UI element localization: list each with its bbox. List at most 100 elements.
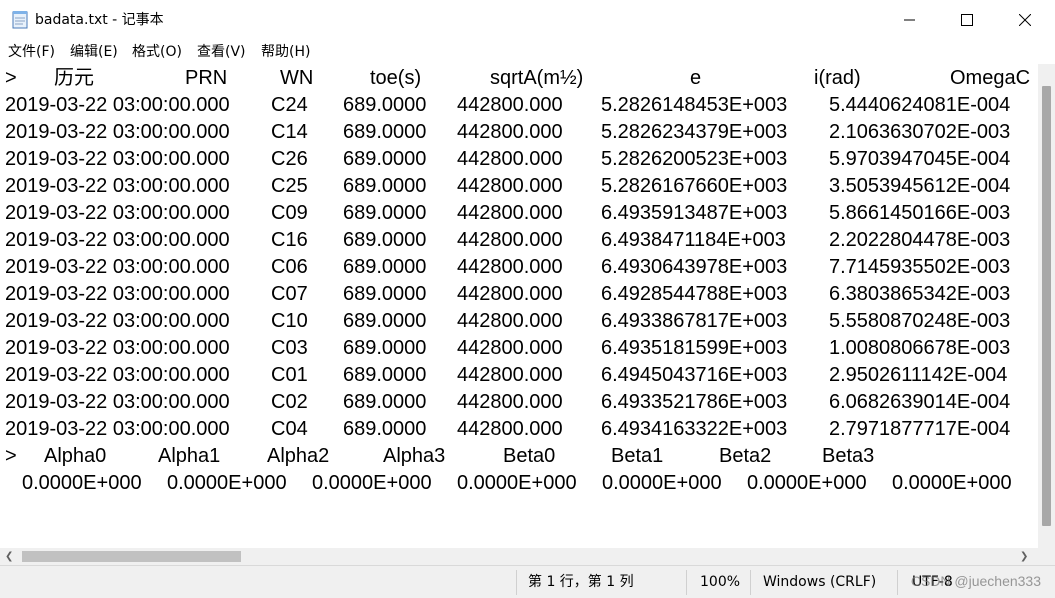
epoch-cell: 2019-03-22 03:00:00.000 — [5, 202, 230, 224]
e-cell: 5.4440624081E-004 — [829, 94, 1011, 116]
e-cell: 6.3803865342E-003 — [829, 283, 1011, 305]
col-header-beta2: Beta2 — [719, 445, 772, 467]
menu-edit[interactable]: 编辑(E) — [70, 43, 118, 61]
wn-cell: 689.0000 — [343, 418, 427, 440]
col-header-sqrta: sqrtA(m½) — [490, 67, 584, 89]
minimize-button[interactable] — [881, 0, 939, 40]
col-header-prn: PRN — [185, 67, 228, 89]
epoch-cell: 2019-03-22 03:00:00.000 — [5, 229, 230, 251]
prn-cell: C04 — [271, 418, 308, 440]
title-bar: badata.txt - 记事本 — [0, 0, 1055, 40]
menu-help[interactable]: 帮助(H) — [261, 43, 310, 61]
epoch-cell: 2019-03-22 03:00:00.000 — [5, 121, 230, 143]
status-divider — [516, 570, 517, 595]
toe-cell: 442800.000 — [457, 418, 563, 440]
prn-cell: C26 — [271, 148, 308, 170]
close-button[interactable] — [996, 0, 1054, 40]
data-row: 2019-03-22 03:00:00.000 C07 689.0000 442800… — [0, 281, 1038, 308]
sqrta-cell: 6.4933867817E+003 — [601, 310, 788, 332]
wn-cell: 689.0000 — [343, 256, 427, 278]
sqrta-cell: 6.4930643978E+003 — [601, 256, 788, 278]
col-header-alpha2: Alpha2 — [267, 445, 330, 467]
epoch-cell: 2019-03-22 03:00:00.000 — [5, 94, 230, 116]
maximize-button[interactable] — [938, 0, 996, 40]
status-divider — [686, 570, 687, 595]
prn-cell: C16 — [271, 229, 308, 251]
vertical-scrollbar[interactable] — [1038, 64, 1055, 548]
text-editor[interactable]: > 历元 PRN WN toe(s) sqrtA(m½) e i(rad) Om… — [0, 64, 1038, 548]
horizontal-scrollbar[interactable]: ❮ ❯ — [0, 548, 1038, 565]
toe-cell: 442800.000 — [457, 121, 563, 143]
wn-cell: 689.0000 — [343, 202, 427, 224]
close-icon — [1019, 14, 1031, 26]
prompt-marker: > — [5, 67, 17, 89]
menu-file[interactable]: 文件(F) — [8, 43, 55, 61]
e-cell: 5.5580870248E-003 — [829, 310, 1011, 332]
menu-format[interactable]: 格式(O) — [132, 43, 182, 61]
line-ending: Windows (CRLF) — [763, 574, 877, 590]
scroll-right-icon[interactable]: ❯ — [1020, 548, 1028, 565]
wn-cell: 689.0000 — [343, 121, 427, 143]
wn-cell: 689.0000 — [343, 229, 427, 251]
data-row: 2019-03-22 03:00:00.000 C16 689.0000 442800… — [0, 227, 1038, 254]
sqrta-cell: 6.4945043716E+003 — [601, 364, 788, 386]
col-header-beta3: Beta3 — [822, 445, 875, 467]
iono-value: 0.0000E+000 — [457, 472, 577, 494]
status-bar: 第 1 行，第 1 列 100% Windows (CRLF) UTF-8 — [0, 565, 1055, 598]
epoch-cell: 2019-03-22 03:00:00.000 — [5, 364, 230, 386]
toe-cell: 442800.000 — [457, 256, 563, 278]
notepad-icon — [12, 11, 28, 29]
toe-cell: 442800.000 — [457, 94, 563, 116]
cursor-position: 第 1 行，第 1 列 — [528, 574, 634, 590]
menu-bar: 文件(F) 编辑(E) 格式(O) 查看(V) 帮助(H) — [0, 40, 1055, 64]
data-row: 2019-03-22 03:00:00.000 C09 689.0000 442800… — [0, 200, 1038, 227]
toe-cell: 442800.000 — [457, 364, 563, 386]
data-row: 2019-03-22 03:00:00.000 C02 689.0000 442800… — [0, 389, 1038, 416]
wn-cell: 689.0000 — [343, 310, 427, 332]
toe-cell: 442800.000 — [457, 391, 563, 413]
sqrta-cell: 5.2826234379E+003 — [601, 121, 788, 143]
wn-cell: 689.0000 — [343, 364, 427, 386]
col-header-beta1: Beta1 — [611, 445, 664, 467]
col-header-alpha0: Alpha0 — [44, 445, 107, 467]
col-header-toe: toe(s) — [370, 67, 422, 89]
data-row: 2019-03-22 03:00:00.000 C26 689.0000 442800… — [0, 146, 1038, 173]
scroll-left-icon[interactable]: ❮ — [5, 548, 13, 565]
toe-cell: 442800.000 — [457, 229, 563, 251]
sqrta-cell: 6.4934163322E+003 — [601, 418, 788, 440]
prn-cell: C10 — [271, 310, 308, 332]
data-row: 2019-03-22 03:00:00.000 C04 689.0000 442800… — [0, 416, 1038, 443]
col-header-alpha1: Alpha1 — [158, 445, 221, 467]
sqrta-cell: 6.4935913487E+003 — [601, 202, 788, 224]
horizontal-scroll-thumb[interactable] — [22, 551, 241, 562]
iono-value: 0.0000E+000 — [892, 472, 1012, 494]
wn-cell: 689.0000 — [343, 94, 427, 116]
menu-view[interactable]: 查看(V) — [197, 43, 246, 61]
minimize-icon — [904, 19, 915, 21]
e-cell: 2.9502611142E-004 — [829, 364, 1008, 386]
iono-header-row: > Alpha0 Alpha1 Alpha2 Alpha3 Beta0 Beta… — [0, 443, 1038, 470]
window-title: badata.txt - 记事本 — [35, 12, 164, 28]
zoom-level: 100% — [700, 574, 741, 590]
data-row: 2019-03-22 03:00:00.000 C03 689.0000 442800… — [0, 335, 1038, 362]
vertical-scroll-thumb[interactable] — [1042, 86, 1051, 526]
epoch-cell: 2019-03-22 03:00:00.000 — [5, 175, 230, 197]
scrollbar-corner — [1038, 548, 1055, 565]
col-header-beta0: Beta0 — [503, 445, 556, 467]
sqrta-cell: 6.4938471184E+003 — [601, 229, 786, 251]
epoch-cell: 2019-03-22 03:00:00.000 — [5, 310, 230, 332]
col-header-i: i(rad) — [814, 67, 861, 89]
sqrta-cell: 5.2826200523E+003 — [601, 148, 788, 170]
col-header-alpha3: Alpha3 — [383, 445, 446, 467]
sqrta-cell: 6.4933521786E+003 — [601, 391, 788, 413]
e-cell: 2.7971877717E-004 — [829, 418, 1011, 440]
col-header-e: e — [690, 67, 702, 89]
data-row: 2019-03-22 03:00:00.000 C25 689.0000 442800… — [0, 173, 1038, 200]
iono-value: 0.0000E+000 — [167, 472, 287, 494]
wn-cell: 689.0000 — [343, 175, 427, 197]
prn-cell: C03 — [271, 337, 308, 359]
prompt-marker: > — [5, 445, 17, 467]
watermark: CSDN @juechen333 — [910, 573, 1041, 589]
epoch-cell: 2019-03-22 03:00:00.000 — [5, 256, 230, 278]
wn-cell: 689.0000 — [343, 391, 427, 413]
